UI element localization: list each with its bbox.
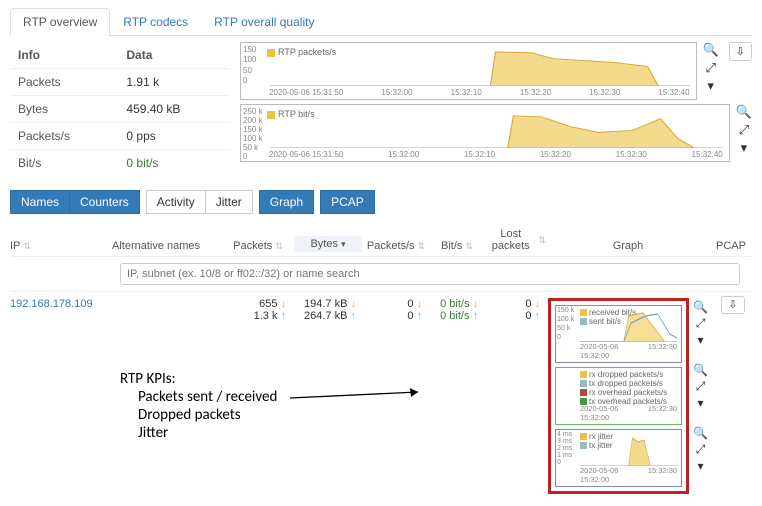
arrow-down-icon: ↓ xyxy=(351,298,357,310)
ip-link[interactable]: 192.168.178.109 xyxy=(10,298,93,310)
table-row: Bit/s0 bit/s xyxy=(10,150,230,177)
col-pps[interactable]: Packets/s⇅ xyxy=(364,240,428,252)
info-head-data: Data xyxy=(118,42,230,69)
search-icon[interactable]: 🔍 xyxy=(693,300,708,314)
expand-icon[interactable]: ⤢ xyxy=(739,122,749,138)
mini-charts-highlight: 150 k 100 k 50 k 0 received bit/s sent b… xyxy=(548,298,689,494)
col-lost[interactable]: Lost packets⇅ xyxy=(486,228,546,252)
expand-icon[interactable]: ⤢ xyxy=(696,379,706,394)
arrow-down-icon: ↓ xyxy=(535,298,541,310)
expand-icon[interactable]: ⤢ xyxy=(696,316,706,331)
chevron-down-icon[interactable]: ▾ xyxy=(698,333,704,347)
view-buttons: Names Counters Activity Jitter Graph PCA… xyxy=(10,190,752,214)
arrow-down-icon: ↓ xyxy=(281,298,287,310)
chart-rtp-bits[interactable]: 250 k 200 k 150 k 100 k 50 k 0 RTP bit/s… xyxy=(240,104,730,162)
download-button[interactable]: ⇩ xyxy=(729,42,752,61)
mini-chart-bits[interactable]: 150 k 100 k 50 k 0 received bit/s sent b… xyxy=(555,305,682,363)
arrow-up-icon: ↑ xyxy=(351,310,357,322)
search-icon[interactable]: 🔍 xyxy=(703,42,719,58)
table-row: Packets/s0 pps xyxy=(10,123,230,150)
mini-chart-dropped[interactable]: rx dropped packets/s tx dropped packets/… xyxy=(555,367,682,425)
chart-rtp-packets[interactable]: 150 100 50 0 RTP packets/s 2020-05-06 15… xyxy=(240,42,697,100)
col-alt-names[interactable]: Alternative names xyxy=(112,240,222,252)
search-icon[interactable]: 🔍 xyxy=(736,104,752,120)
expand-icon[interactable]: ⤢ xyxy=(696,442,706,457)
names-button[interactable]: Names xyxy=(10,190,70,214)
arrow-up-icon: ↑ xyxy=(535,310,541,322)
tab-rtp-codecs[interactable]: RTP codecs xyxy=(110,8,201,35)
col-graph: Graph xyxy=(548,240,708,252)
graph-button[interactable]: Graph xyxy=(259,190,314,214)
tab-rtp-overview[interactable]: RTP overview xyxy=(10,8,110,36)
arrow-up-icon: ↑ xyxy=(473,310,479,322)
tab-rtp-quality[interactable]: RTP overall quality xyxy=(201,8,327,35)
column-headers: IP⇅ Alternative names Packets⇅ Bytes Pac… xyxy=(10,224,752,257)
chevron-down-icon[interactable]: ▾ xyxy=(698,459,704,473)
arrow-icon xyxy=(290,388,430,408)
top-tabs: RTP overview RTP codecs RTP overall qual… xyxy=(10,8,752,36)
counters-button[interactable]: Counters xyxy=(69,190,140,214)
col-packets[interactable]: Packets⇅ xyxy=(224,240,292,252)
jitter-button[interactable]: Jitter xyxy=(205,190,253,214)
search-icon[interactable]: 🔍 xyxy=(693,363,708,377)
mini-chart-jitter[interactable]: 4 ms 3 ms 2 ms 1 ms 0 rx jitter tx jitte… xyxy=(555,429,682,487)
search-icon[interactable]: 🔍 xyxy=(693,426,708,440)
col-bytes[interactable]: Bytes xyxy=(294,236,362,252)
chevron-down-icon[interactable]: ▾ xyxy=(741,140,748,156)
col-ip[interactable]: IP⇅ xyxy=(10,240,110,252)
arrow-down-icon: ↓ xyxy=(473,298,479,310)
chevron-down-icon[interactable]: ▾ xyxy=(707,78,714,94)
expand-icon[interactable]: ⤢ xyxy=(705,60,715,76)
col-bits[interactable]: Bit/s⇅ xyxy=(430,240,484,252)
annotation-text: RTP KPIs: Packets sent / received Droppe… xyxy=(120,370,277,442)
col-pcap: PCAP xyxy=(710,240,752,252)
info-head-info: Info xyxy=(10,42,118,69)
arrow-up-icon: ↑ xyxy=(417,310,423,322)
pcap-button[interactable]: PCAP xyxy=(320,190,375,214)
table-row: Packets1.91 k xyxy=(10,69,230,96)
arrow-up-icon: ↑ xyxy=(281,310,287,322)
activity-button[interactable]: Activity xyxy=(146,190,206,214)
table-row: Bytes459.40 kB xyxy=(10,96,230,123)
download-button[interactable]: ⇩ xyxy=(721,296,744,314)
filter-input[interactable] xyxy=(120,263,740,285)
chevron-down-icon[interactable]: ▾ xyxy=(698,396,704,410)
arrow-down-icon: ↓ xyxy=(417,298,423,310)
info-table: Info Data Packets1.91 k Bytes459.40 kB P… xyxy=(10,42,230,176)
